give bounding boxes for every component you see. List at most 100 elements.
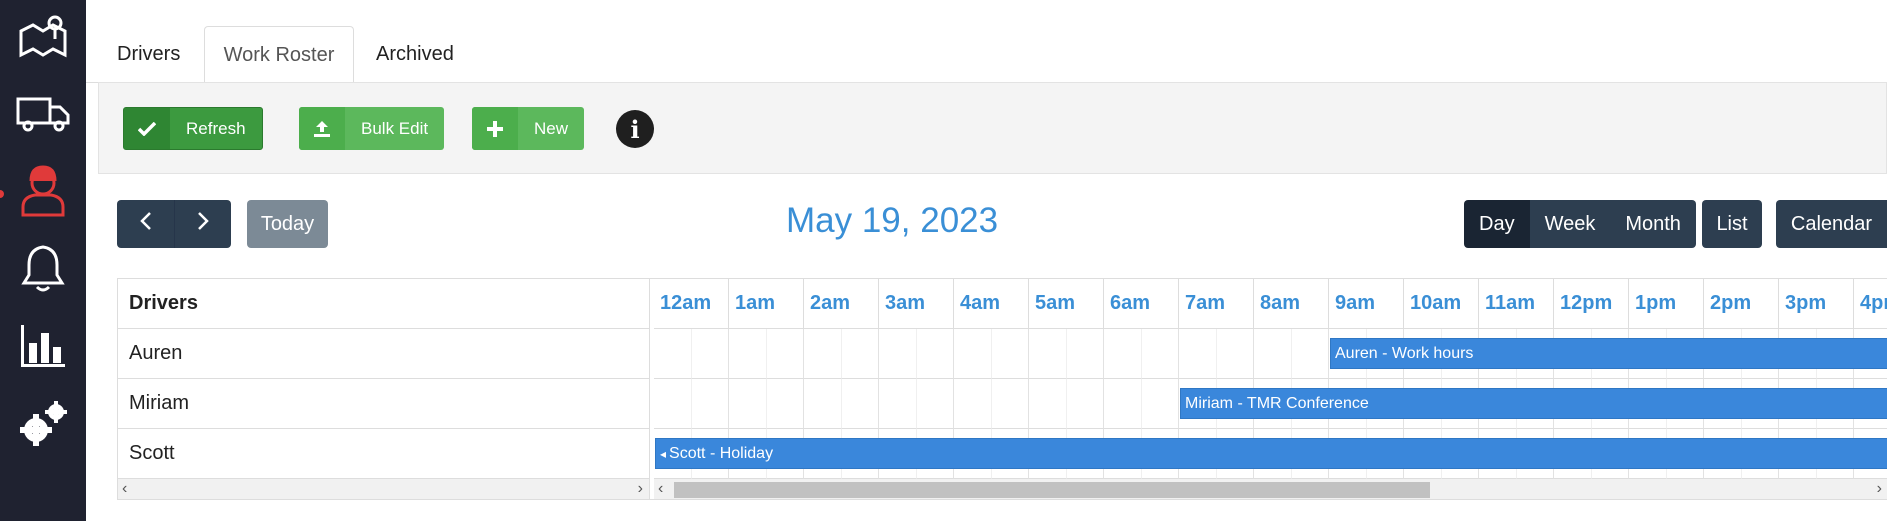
truck-icon [16, 95, 70, 138]
sidebar-item-map[interactable] [0, 0, 86, 76]
continues-before-icon: ◂ [660, 446, 667, 461]
time-slot[interactable] [654, 329, 692, 379]
calendar-title: May 19, 2023 [786, 201, 999, 240]
refresh-button[interactable]: Refresh [123, 107, 263, 150]
time-slot[interactable] [916, 379, 954, 429]
time-slot[interactable] [1066, 329, 1104, 379]
time-slot[interactable] [1141, 379, 1179, 429]
time-slot[interactable] [954, 329, 992, 379]
new-label: New [534, 118, 569, 138]
bell-icon [21, 243, 65, 298]
resource-header: Drivers [118, 279, 649, 329]
time-slot[interactable] [804, 379, 842, 429]
sidebar-item-vehicles[interactable] [0, 78, 86, 154]
view-list-button[interactable]: List [1702, 200, 1762, 248]
roster-event[interactable]: Miriam - TMR Conference [1180, 388, 1887, 419]
hour-label: 2am [804, 279, 879, 329]
prev-button[interactable] [117, 200, 174, 248]
scroll-left-icon[interactable]: ‹ [122, 480, 127, 498]
hour-label: 9am [1329, 279, 1404, 329]
time-slot[interactable] [954, 379, 992, 429]
time-slot[interactable] [1104, 379, 1142, 429]
resource-row: Auren [118, 329, 649, 379]
plus-icon [472, 107, 518, 150]
chevron-left-icon [139, 212, 152, 236]
time-slot[interactable] [841, 329, 879, 379]
scroll-right-icon[interactable]: › [638, 480, 643, 498]
scroll-right-icon[interactable]: › [1877, 480, 1882, 498]
time-slot[interactable] [841, 379, 879, 429]
resource-row: Scott [118, 429, 649, 479]
hour-label: 4am [954, 279, 1029, 329]
time-slot[interactable] [729, 329, 767, 379]
tab-work-roster[interactable]: Work Roster [204, 26, 354, 84]
time-slot[interactable] [991, 329, 1029, 379]
tab-bar: Drivers Work Roster Archived [86, 26, 1887, 84]
time-slot[interactable] [654, 379, 692, 429]
toolbar: Refresh Bulk Edit New i [98, 82, 1887, 174]
time-slot[interactable] [1104, 329, 1142, 379]
gears-icon [18, 400, 68, 453]
time-slot[interactable] [1066, 379, 1104, 429]
main-content: Drivers Work Roster Archived Refresh Bul… [86, 0, 1887, 521]
today-button[interactable]: Today [247, 200, 328, 248]
resource-row: Miriam [118, 379, 649, 429]
refresh-label: Refresh [186, 118, 246, 138]
hour-label: 3pm [1779, 279, 1854, 329]
view-day-button[interactable]: Day [1464, 200, 1530, 248]
sidebar-item-settings[interactable] [0, 388, 86, 464]
sidebar [0, 0, 86, 521]
driver-icon [19, 163, 67, 222]
time-slot[interactable] [729, 379, 767, 429]
view-switcher: Day Week Month [1464, 200, 1696, 248]
time-slot[interactable] [691, 329, 729, 379]
resource-scrollbar[interactable]: ‹ › [118, 479, 649, 499]
tab-drivers[interactable]: Drivers [99, 26, 198, 83]
scrollbar-thumb[interactable] [674, 482, 1430, 498]
time-slot[interactable] [1029, 329, 1067, 379]
time-slot[interactable] [1254, 329, 1292, 379]
event-title: Auren - Work hours [1335, 344, 1474, 362]
chevron-right-icon [197, 212, 209, 236]
view-week-button[interactable]: Week [1529, 200, 1611, 248]
view-month-button[interactable]: Month [1610, 200, 1696, 248]
roster-event[interactable]: ◂ Scott - Holiday [655, 438, 1887, 469]
hour-label: 4pm [1854, 279, 1887, 329]
sidebar-item-alerts[interactable] [0, 232, 86, 308]
time-slot[interactable] [1291, 329, 1329, 379]
hour-label: 2pm [1704, 279, 1779, 329]
time-slot[interactable] [766, 379, 804, 429]
hour-label: 12pm [1554, 279, 1629, 329]
time-slot[interactable] [879, 379, 917, 429]
sidebar-item-drivers[interactable] [0, 154, 86, 230]
resource-column: Drivers Auren Miriam Scott ‹ › [118, 279, 650, 499]
time-slot[interactable] [1141, 329, 1179, 379]
hour-label: 3am [879, 279, 954, 329]
time-slot[interactable] [766, 329, 804, 379]
time-slot[interactable] [1216, 329, 1254, 379]
bulk-edit-button[interactable]: Bulk Edit [299, 107, 445, 150]
time-slot[interactable] [916, 329, 954, 379]
bulk-edit-label: Bulk Edit [361, 118, 429, 138]
tab-archived[interactable]: Archived [358, 26, 472, 83]
sidebar-item-reports[interactable] [0, 310, 86, 386]
time-slot[interactable] [991, 379, 1029, 429]
hour-label: 7am [1179, 279, 1254, 329]
view-calendar-button[interactable]: Calendar [1776, 200, 1887, 248]
time-slot[interactable] [1179, 329, 1217, 379]
hour-label: 1pm [1629, 279, 1704, 329]
time-slot[interactable] [691, 379, 729, 429]
timeline-grid: Drivers Auren Miriam Scott ‹ › 12am 1am 2a… [117, 278, 1887, 500]
upload-icon [299, 107, 345, 150]
scroll-left-icon[interactable]: ‹ [658, 480, 663, 498]
hour-label: 1am [729, 279, 804, 329]
new-button[interactable]: New [472, 107, 585, 150]
time-slot[interactable] [1029, 379, 1067, 429]
roster-event[interactable]: Auren - Work hours [1330, 338, 1887, 369]
time-slot[interactable] [879, 329, 917, 379]
timeline-scrollbar[interactable]: ‹ › [654, 479, 1887, 499]
time-slot[interactable] [804, 329, 842, 379]
hour-label: 11am [1479, 279, 1554, 329]
next-button[interactable] [174, 200, 231, 248]
info-icon[interactable]: i [616, 110, 654, 148]
